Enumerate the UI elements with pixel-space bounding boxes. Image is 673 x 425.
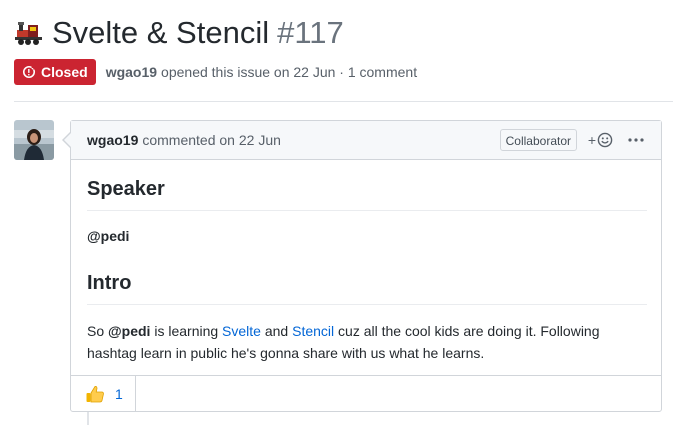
svelte-link[interactable]: Svelte — [222, 323, 261, 339]
issue-title-row: Svelte & Stencil #117 — [14, 14, 344, 52]
thumbs-up-count: 1 — [115, 385, 123, 402]
issue-closed-icon — [22, 65, 36, 79]
header-divider — [14, 101, 673, 102]
status-label: Closed — [41, 64, 88, 80]
thumbs-up-reaction-button[interactable]: 1 — [71, 376, 136, 411]
comment-reactions-bar: 1 — [71, 375, 661, 411]
smiley-icon — [597, 132, 613, 148]
steam-locomotive-icon — [15, 22, 42, 45]
more-options-icon[interactable] — [627, 130, 645, 150]
stencil-link[interactable]: Stencil — [292, 323, 334, 339]
status-badge: Closed — [14, 59, 96, 85]
intro-text-3: and — [260, 323, 293, 339]
comment-header: wgao19 commented on 22 Jun Collaborator … — [71, 121, 661, 160]
avatar[interactable] — [14, 120, 54, 160]
add-reaction-plus: + — [587, 132, 596, 148]
intro-text-1: So — [87, 323, 109, 339]
issue-opened-text: opened this issue on 22 Jun · 1 comment — [161, 64, 418, 80]
intro-text-2: is learning — [150, 323, 223, 339]
add-reaction-button[interactable]: + — [588, 130, 613, 150]
comment-author-link[interactable]: wgao19 — [87, 132, 138, 148]
timeline-line — [87, 412, 89, 425]
speaker-heading: Speaker — [87, 177, 647, 211]
issue-author-link[interactable]: wgao19 — [106, 64, 157, 80]
comment-meta[interactable]: commented on 22 Jun — [142, 132, 281, 148]
issue-meta: Closed wgao19 opened this issue on 22 Ju… — [14, 59, 417, 85]
avatar-image — [14, 120, 54, 160]
comment-arrow-fill — [64, 133, 71, 147]
collaborator-badge: Collaborator — [499, 129, 577, 151]
thumbs-up-icon — [86, 385, 104, 402]
intro-mention[interactable]: @pedi — [108, 323, 150, 339]
intro-heading: Intro — [87, 271, 647, 305]
issue-title: Svelte & Stencil — [52, 15, 270, 50]
intro-paragraph: So @pedi is learning Svelte and Stencil … — [87, 320, 647, 364]
comment-card: wgao19 commented on 22 Jun Collaborator … — [70, 120, 662, 412]
issue-number: #117 — [277, 15, 344, 50]
speaker-mention[interactable]: @pedi — [87, 228, 129, 244]
